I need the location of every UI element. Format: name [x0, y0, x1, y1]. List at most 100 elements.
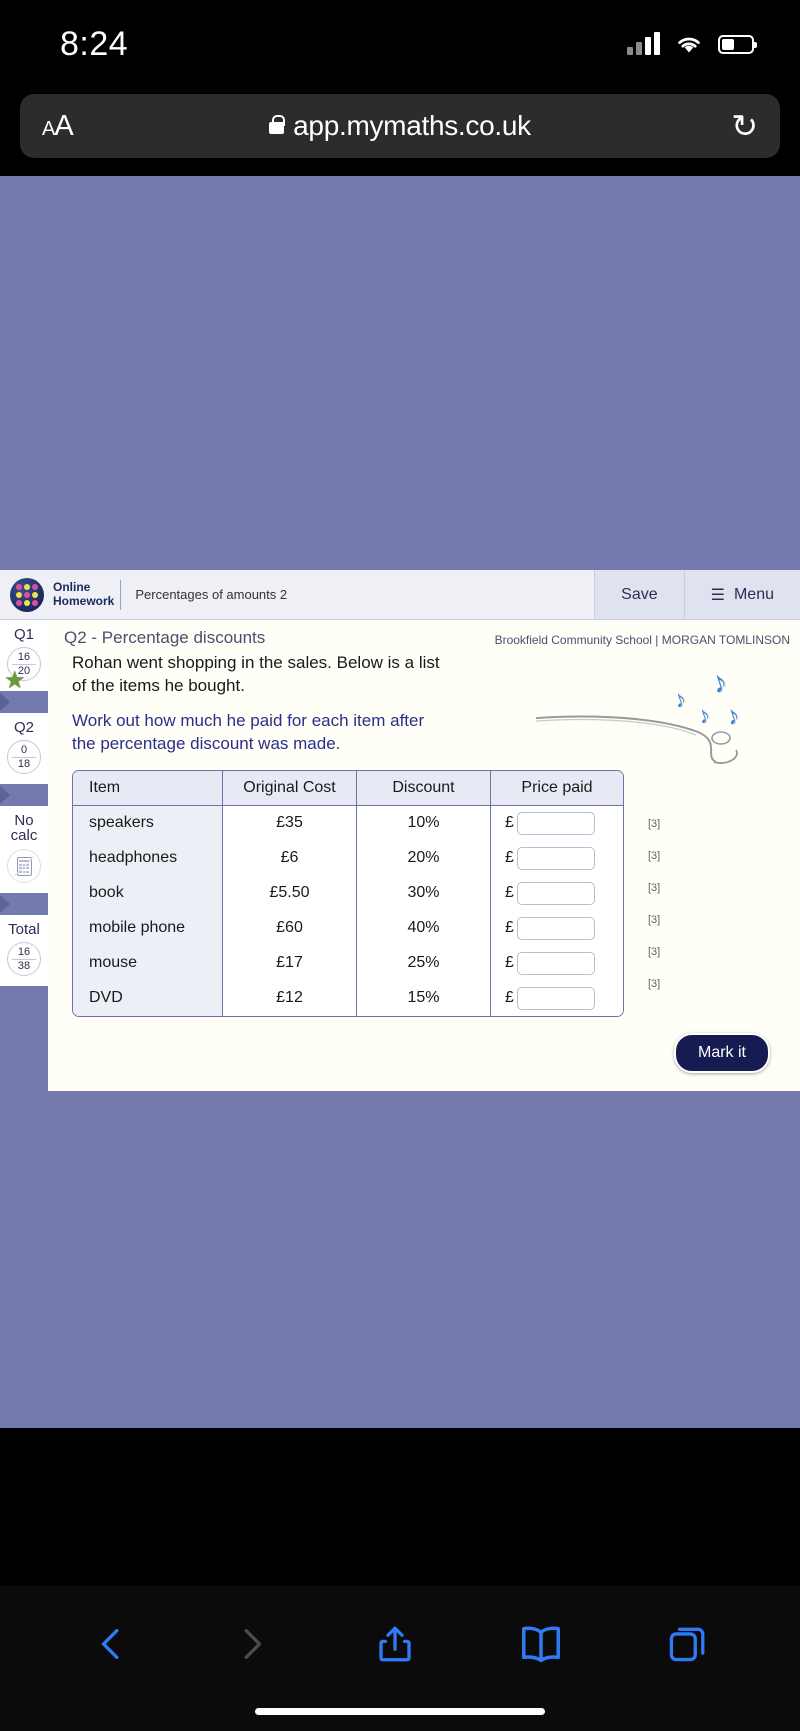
sidebar-notch [0, 895, 10, 913]
tabs-icon[interactable] [665, 1620, 709, 1668]
cell-discount: 30% [357, 875, 491, 911]
app-body: Q1 16 20 ★ Q2 0 18 No calc Total 16 38 Q… [0, 620, 800, 1091]
answer-input-book[interactable] [516, 881, 595, 905]
total-score-value: 16 [17, 945, 31, 958]
header-actions: Save ☰ Menu [594, 570, 800, 619]
sidebar-notch [0, 785, 10, 804]
school-user-label: Brookfield Community School | MORGAN TOM… [494, 633, 790, 647]
cell-item: headphones [73, 840, 223, 876]
currency-symbol: £ [505, 849, 514, 867]
q2-score-value: 0 [20, 743, 28, 756]
save-label: Save [621, 585, 658, 603]
battery-icon [718, 34, 757, 54]
currency-symbol: £ [505, 814, 514, 832]
cell-item: DVD [73, 980, 223, 1016]
status-indicators [627, 32, 757, 55]
cell-item: mouse [73, 945, 223, 981]
chevron-left-icon[interactable] [91, 1620, 131, 1668]
menu-label: Menu [733, 585, 774, 603]
book-icon[interactable] [518, 1620, 564, 1668]
marks-badge: [3] [648, 913, 661, 926]
table-row: book £5.50 30% £ [73, 875, 623, 911]
answer-input-dvd[interactable] [516, 986, 595, 1010]
mark-it-row: Mark it [48, 1017, 800, 1091]
no-calc-label-2: calc [10, 827, 38, 845]
sidebar-item-no-calc: No calc [0, 805, 48, 893]
answer-input-mouse[interactable] [516, 951, 595, 975]
column-header-price-paid: Price paid [491, 770, 623, 806]
answer-input-headphones[interactable] [516, 846, 595, 870]
question-heading: Q2 - Percentage discounts [64, 628, 266, 647]
music-note-icon: ♪ [693, 700, 714, 731]
music-note-icon: ♪ [707, 664, 732, 701]
question-content: Q2 - Percentage discounts Brookfield Com… [48, 620, 800, 1091]
star-icon: ★ [4, 666, 26, 694]
answer-input-mobile-phone[interactable] [516, 916, 595, 940]
answer-input-speakers[interactable] [516, 811, 595, 835]
menu-button[interactable]: ☰ Menu [683, 570, 800, 619]
wifi-icon [678, 37, 700, 53]
table-row: DVD £12 15% £ [73, 980, 623, 1016]
text-size-button[interactable]: AA [42, 110, 74, 143]
total-score-total: 38 [17, 959, 31, 972]
url-text: app.mymaths.co.uk [293, 110, 531, 141]
header-divider [120, 579, 122, 610]
table-header-row: Item Original Cost Discount Price paid [73, 770, 623, 806]
cell-original-cost: £12 [223, 980, 357, 1016]
sidebar-item-q2[interactable]: Q2 0 18 [0, 712, 48, 784]
brand-text: Online Homework [53, 579, 115, 609]
cell-price-paid: £ [491, 910, 623, 946]
table-row: speakers £35 10% £ [73, 805, 623, 841]
music-note-icon: ♪ [721, 698, 744, 732]
brand-line-2: Homework [53, 593, 115, 608]
cell-item: book [73, 875, 223, 911]
reload-icon[interactable]: ↻ [731, 110, 758, 142]
q2-score-total: 18 [17, 757, 31, 770]
currency-symbol: £ [505, 919, 514, 937]
sidebar-item-total: Total 16 38 [0, 915, 48, 986]
marks-badge: [3] [648, 881, 661, 894]
cell-item: speakers [73, 805, 223, 841]
marks-badge: [3] [648, 945, 661, 958]
home-indicator [255, 1708, 545, 1715]
marks-badge: [3] [648, 977, 661, 990]
question-header: Q2 - Percentage discounts Brookfield Com… [48, 628, 800, 648]
marks-badge: [3] [648, 817, 661, 830]
brand-line-1: Online [53, 579, 91, 594]
hamburger-icon: ☰ [710, 586, 725, 604]
marks-column: [3] [3] [3] [3] [3] [3] [648, 808, 660, 1000]
phone-screen: 8:24 AA app.mymaths.co.uk ↻ Online Homew… [0, 0, 800, 1731]
lock-icon [269, 115, 286, 134]
cell-discount: 40% [357, 910, 491, 946]
cell-price-paid: £ [491, 840, 623, 876]
cell-discount: 25% [357, 945, 491, 981]
no-calculator-icon [7, 849, 41, 883]
cell-item: mobile phone [73, 910, 223, 946]
table-row: mouse £17 25% £ [73, 945, 623, 981]
url-bar[interactable]: AA app.mymaths.co.uk ↻ [20, 94, 780, 158]
q2-label: Q2 [13, 718, 34, 736]
total-score: 16 38 [7, 941, 41, 976]
sidebar-item-q1[interactable]: Q1 16 20 ★ [0, 620, 48, 694]
cell-original-cost: £17 [223, 945, 357, 981]
cell-discount: 10% [357, 805, 491, 841]
cell-discount: 15% [357, 980, 491, 1016]
cell-original-cost: £6 [223, 840, 357, 876]
no-calc-label-1: No [14, 811, 34, 829]
share-icon[interactable] [374, 1619, 416, 1669]
music-note-icon: ♪ [669, 684, 690, 715]
chevron-right-icon[interactable] [232, 1620, 272, 1668]
q1-score-value: 16 [17, 650, 31, 663]
currency-symbol: £ [505, 954, 514, 972]
q1-label: Q1 [13, 626, 34, 643]
question-instruction-text: Work out how much he paid for each item … [72, 710, 425, 753]
save-button[interactable]: Save [594, 570, 684, 619]
mymaths-dots-logo [10, 577, 44, 612]
answers-table: Item Original Cost Discount Price paid s… [72, 769, 624, 1017]
currency-symbol: £ [505, 884, 514, 902]
table-row: headphones £6 20% £ [73, 840, 623, 876]
mark-it-button[interactable]: Mark it [674, 1032, 770, 1073]
sidebar-notch [0, 692, 10, 711]
table-row: mobile phone £60 40% £ [73, 910, 623, 946]
web-page-viewport: Online Homework Percentages of amounts 2… [0, 176, 800, 1428]
